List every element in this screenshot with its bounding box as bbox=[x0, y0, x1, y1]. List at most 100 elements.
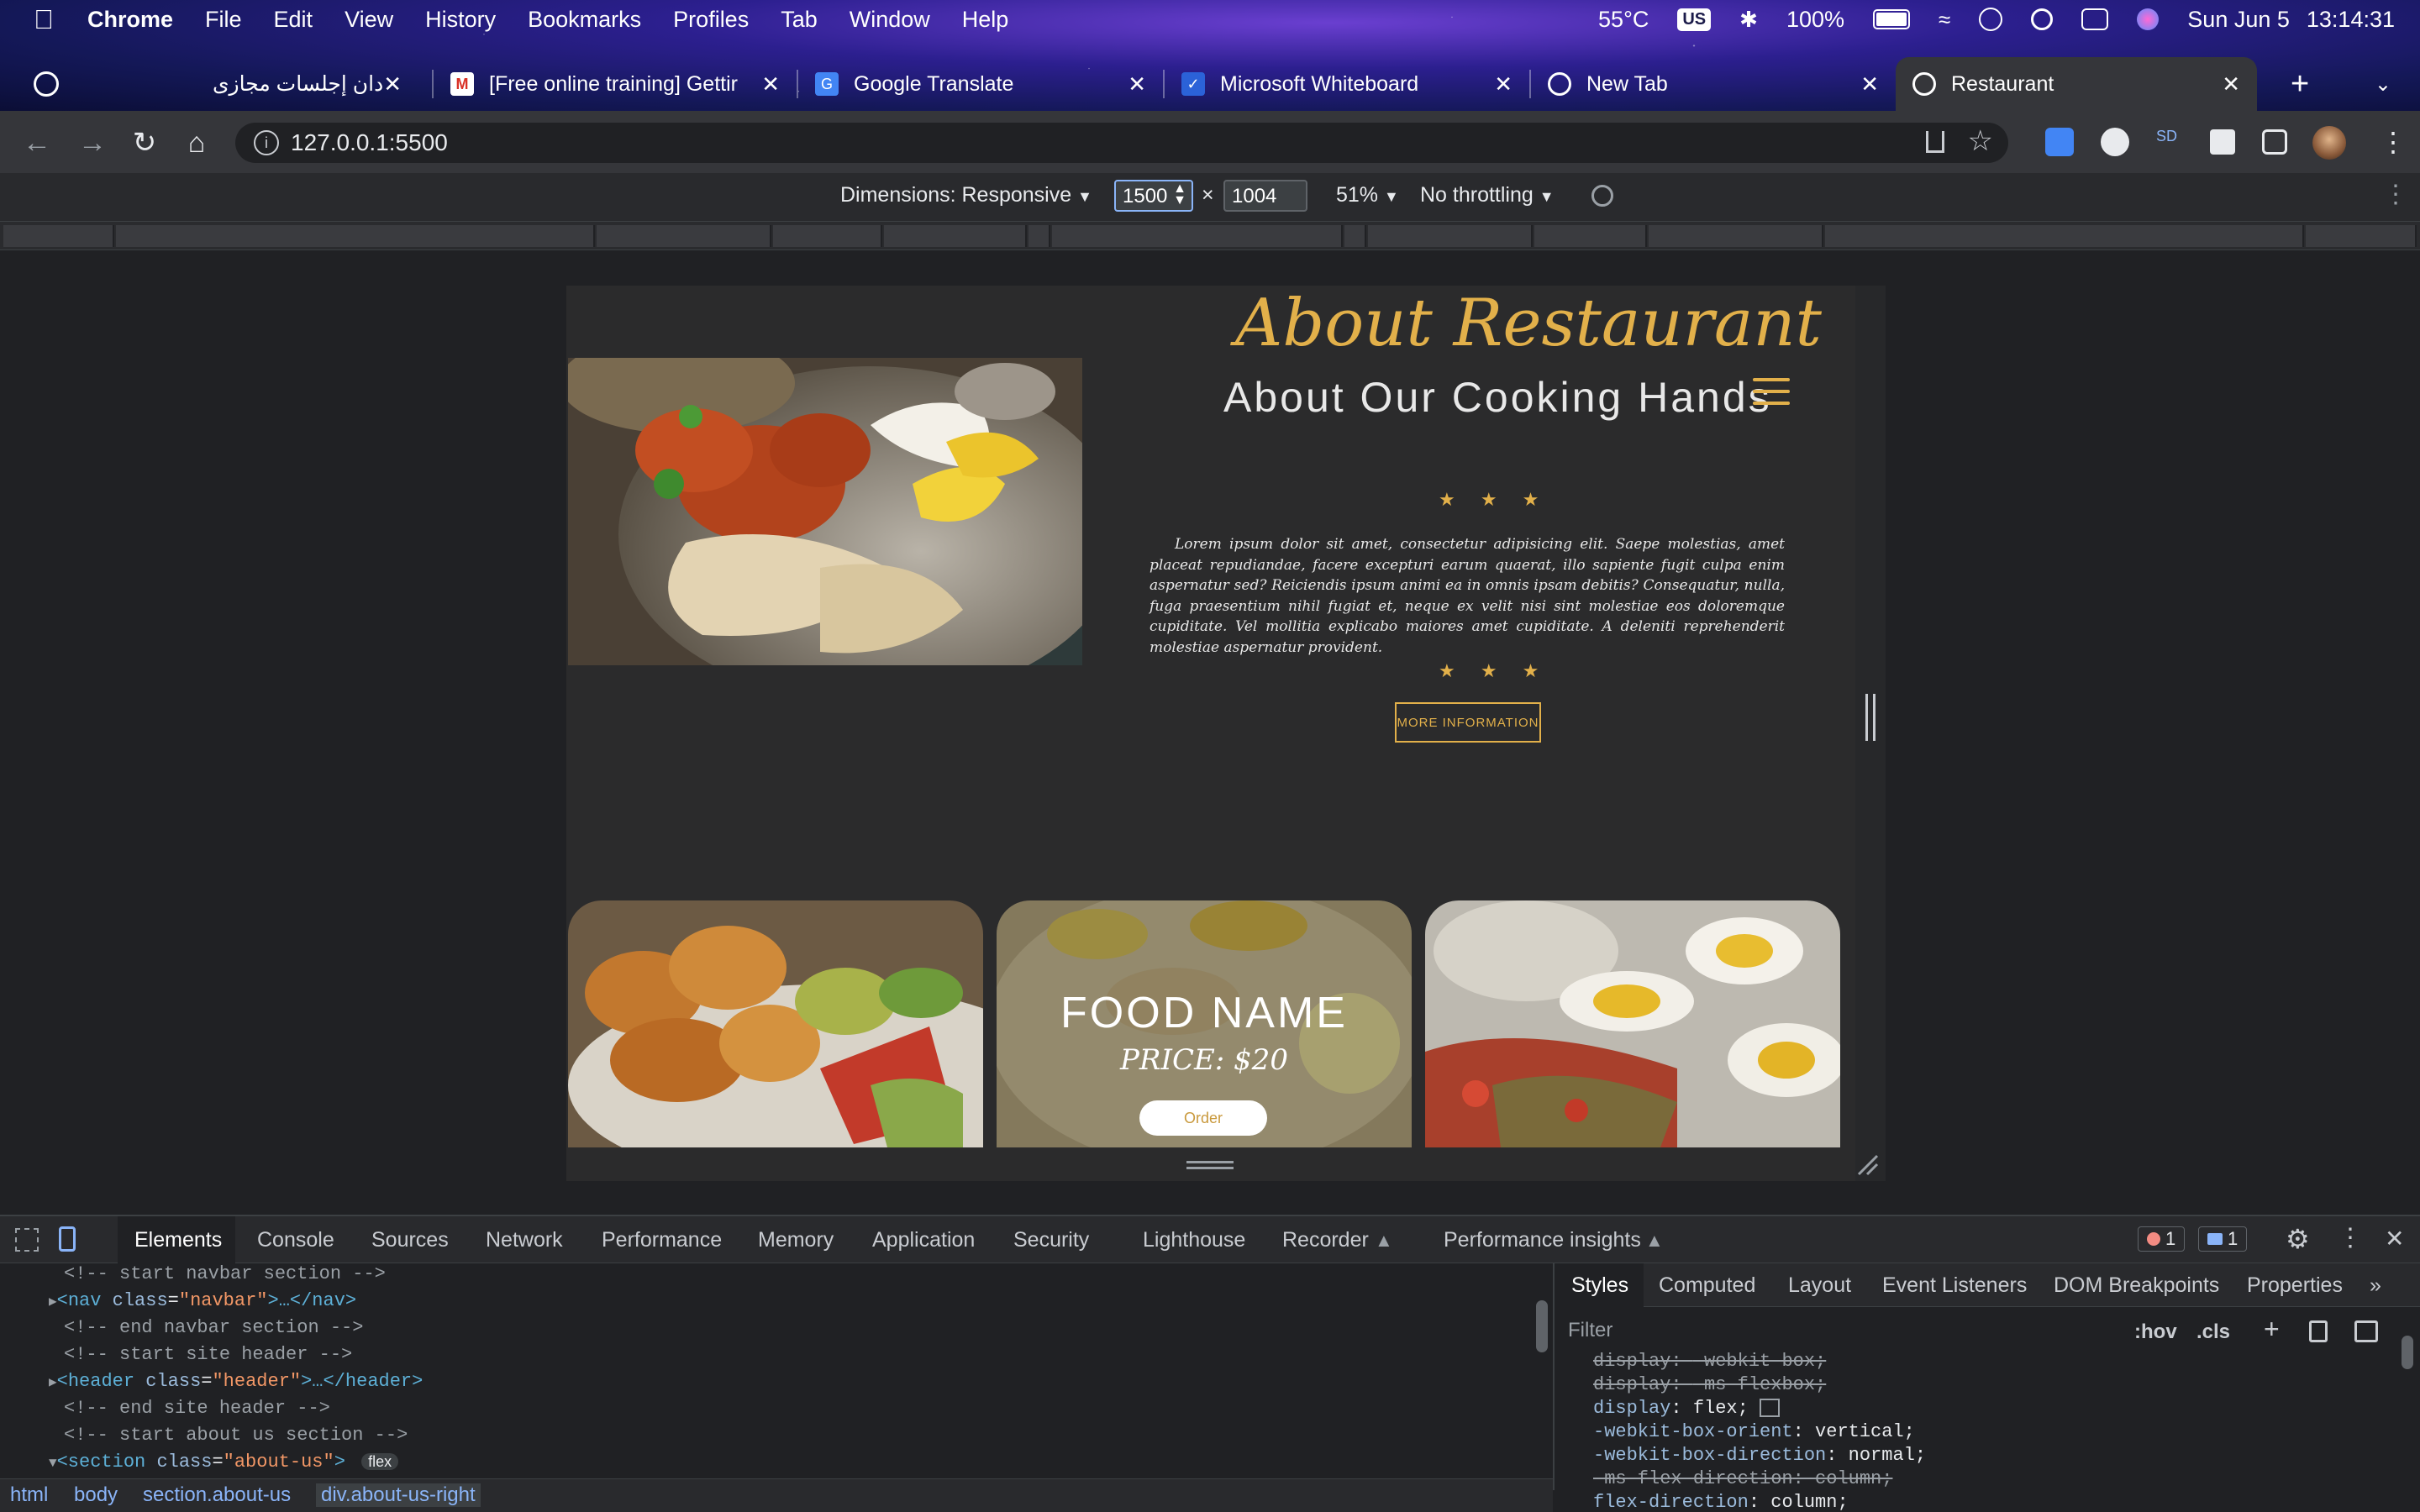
tab-layout[interactable]: Layout bbox=[1788, 1273, 1851, 1298]
battery-icon[interactable] bbox=[1873, 9, 1911, 29]
expand-triangle-icon[interactable]: ▶ bbox=[49, 1294, 57, 1310]
media-query-bar[interactable] bbox=[597, 225, 771, 247]
devtools-close-icon[interactable]: ✕ bbox=[2385, 1225, 2404, 1252]
devtools-tab-console[interactable]: Console bbox=[257, 1228, 334, 1252]
throttling-dropdown[interactable]: No throttling ▼ bbox=[1420, 183, 1555, 207]
more-information-button[interactable]: MORE INFORMATION bbox=[1395, 702, 1541, 743]
dom-node-section[interactable]: ▼<section class="about-us"> flex bbox=[49, 1452, 399, 1473]
reload-icon[interactable]: ↻ bbox=[128, 126, 161, 160]
devtools-tab-memory[interactable]: Memory bbox=[758, 1228, 834, 1252]
breadcrumb-section[interactable]: section.about-us bbox=[143, 1483, 291, 1507]
dom-comment-line[interactable]: <!-- start site header --> bbox=[64, 1344, 352, 1365]
device-toggle-icon[interactable] bbox=[59, 1226, 76, 1252]
address-bar-url[interactable]: 127.0.0.1:5500 bbox=[291, 129, 448, 156]
address-bar[interactable]: i 127.0.0.1:5500 ☆ bbox=[235, 123, 2008, 163]
rotate-icon[interactable] bbox=[1591, 185, 1613, 207]
viewport-height-drag-handle[interactable] bbox=[1186, 1161, 1234, 1169]
tab-close-icon[interactable]: ✕ bbox=[383, 71, 402, 97]
wifi-icon[interactable]: ≈ bbox=[1939, 7, 1950, 33]
media-query-bar[interactable] bbox=[1368, 225, 1533, 247]
tab-close-icon[interactable]: ✕ bbox=[1860, 71, 1879, 97]
media-query-bar[interactable] bbox=[116, 225, 595, 247]
media-query-bar[interactable] bbox=[2306, 225, 2417, 247]
menu-window[interactable]: Window bbox=[850, 7, 930, 33]
tab-close-icon[interactable]: ✕ bbox=[1494, 71, 1512, 97]
media-query-bar[interactable] bbox=[3, 225, 114, 247]
tab-properties[interactable]: Properties bbox=[2247, 1273, 2343, 1298]
menu-profiles[interactable]: Profiles bbox=[673, 7, 749, 33]
new-tab-plus-icon[interactable]: + bbox=[2291, 66, 2309, 102]
tab-new-tab[interactable]: New Tab ✕ bbox=[1531, 57, 1896, 111]
breadcrumb-div[interactable]: div.about-us-right bbox=[316, 1483, 481, 1507]
tab-google-translate[interactable]: G Google Translate ✕ bbox=[798, 57, 1163, 111]
share-icon[interactable] bbox=[1926, 131, 1944, 153]
devtools-tab-performance-insights[interactable]: Performance insights bbox=[1444, 1228, 1641, 1252]
dom-comment-line[interactable]: <!-- end navbar section --> bbox=[64, 1317, 363, 1338]
bookmark-star-icon[interactable]: ☆ bbox=[1968, 124, 1993, 158]
new-style-rule-plus-icon[interactable]: + bbox=[2264, 1314, 2280, 1345]
styles-filter-input[interactable]: Filter bbox=[1560, 1314, 2121, 1347]
food-card-eggs[interactable] bbox=[1425, 900, 1840, 1147]
more-tabs-chevron-icon[interactable]: » bbox=[2370, 1273, 2381, 1298]
message-count-badge[interactable]: 1 bbox=[2198, 1226, 2248, 1252]
back-arrow-icon[interactable]: ← bbox=[20, 126, 54, 160]
css-declaration[interactable]: -webkit-box-orient: vertical; bbox=[1593, 1421, 1915, 1442]
cls-toggle[interactable]: .cls bbox=[2196, 1320, 2230, 1344]
media-query-bar[interactable] bbox=[884, 225, 1027, 247]
temperature-readout[interactable]: 55°C bbox=[1598, 7, 1649, 33]
forward-arrow-icon[interactable]: → bbox=[76, 126, 109, 160]
user-icon[interactable] bbox=[1979, 8, 2003, 31]
dom-node-header[interactable]: ▶<header class="header">…</header> bbox=[49, 1371, 423, 1392]
home-icon[interactable]: ⌂ bbox=[180, 126, 213, 160]
avatar[interactable] bbox=[2312, 126, 2346, 160]
devtools-tab-elements[interactable]: Elements bbox=[134, 1228, 222, 1252]
css-declaration[interactable]: display: -ms-flexbox; bbox=[1593, 1374, 1826, 1395]
control-center-icon[interactable] bbox=[2081, 8, 2109, 30]
dom-comment-line[interactable]: <!-- start navbar section --> bbox=[64, 1263, 386, 1284]
extension-sd-icon[interactable]: SD bbox=[2156, 128, 2185, 156]
breadcrumb-body[interactable]: body bbox=[74, 1483, 118, 1507]
order-button[interactable]: Order bbox=[1139, 1100, 1267, 1136]
menubar-time[interactable]: 13:14:31 bbox=[2307, 7, 2395, 33]
hamburger-menu-icon[interactable] bbox=[1753, 378, 1790, 407]
food-card-chicken[interactable] bbox=[568, 900, 983, 1147]
menu-bookmarks[interactable]: Bookmarks bbox=[528, 7, 641, 33]
media-query-bar[interactable] bbox=[1028, 225, 1050, 247]
css-declaration[interactable]: -webkit-box-direction: normal; bbox=[1593, 1445, 1926, 1466]
menubar-date[interactable]: Sun Jun 5 bbox=[2187, 7, 2290, 33]
devtools-settings-gear-icon[interactable]: ⚙ bbox=[2286, 1223, 2310, 1255]
extension-icon[interactable] bbox=[2101, 128, 2129, 156]
viewport-corner-resize-icon[interactable] bbox=[1855, 1152, 1881, 1178]
viewport-width-input[interactable]: 1500 ▲ ▼ bbox=[1114, 180, 1193, 212]
inspect-element-icon[interactable] bbox=[15, 1228, 39, 1252]
dimensions-dropdown[interactable]: Dimensions: Responsive ▼ bbox=[840, 183, 1092, 207]
hov-toggle[interactable]: :hov bbox=[2134, 1320, 2177, 1344]
menu-history[interactable]: History bbox=[425, 7, 496, 33]
devtools-tab-performance[interactable]: Performance bbox=[602, 1228, 722, 1252]
css-declaration[interactable]: display: flex; bbox=[1593, 1398, 1781, 1419]
devtools-tab-sources[interactable]: Sources bbox=[371, 1228, 449, 1252]
error-count-badge[interactable]: 1 bbox=[2138, 1226, 2186, 1252]
collapse-triangle-icon[interactable]: ▼ bbox=[49, 1456, 57, 1471]
devtools-tab-recorder[interactable]: Recorder bbox=[1282, 1228, 1369, 1252]
css-declaration[interactable]: display: -webkit-box; bbox=[1593, 1351, 1826, 1372]
spotlight-search-icon[interactable] bbox=[2031, 8, 2054, 30]
chrome-menu-kebab-icon[interactable]: ⋮ bbox=[2380, 126, 2407, 158]
tab-styles[interactable]: Styles bbox=[1571, 1273, 1628, 1298]
side-panel-icon[interactable] bbox=[2262, 129, 2287, 155]
viewport-width-drag-handle[interactable] bbox=[1865, 694, 1876, 741]
css-declaration[interactable]: flex-direction: column; bbox=[1593, 1492, 1849, 1512]
flexbox-editor-icon[interactable] bbox=[1760, 1399, 1781, 1418]
bluetooth-icon[interactable]: ✱ bbox=[1739, 7, 1758, 33]
menu-tab[interactable]: Tab bbox=[781, 7, 818, 33]
menu-edit[interactable]: Edit bbox=[274, 7, 313, 33]
devtools-tab-lighthouse[interactable]: Lighthouse bbox=[1143, 1228, 1245, 1252]
breadcrumb-html[interactable]: html bbox=[10, 1483, 48, 1507]
input-source-badge[interactable]: US bbox=[1677, 8, 1712, 31]
paint-brush-icon[interactable] bbox=[2309, 1320, 2328, 1342]
tab-close-icon[interactable]: ✕ bbox=[2222, 71, 2240, 97]
media-query-bar[interactable] bbox=[1344, 225, 1366, 247]
media-query-bar[interactable] bbox=[1649, 225, 1823, 247]
dom-comment-line[interactable]: <!-- start about us section --> bbox=[64, 1425, 408, 1446]
siri-icon[interactable] bbox=[2137, 8, 2160, 30]
